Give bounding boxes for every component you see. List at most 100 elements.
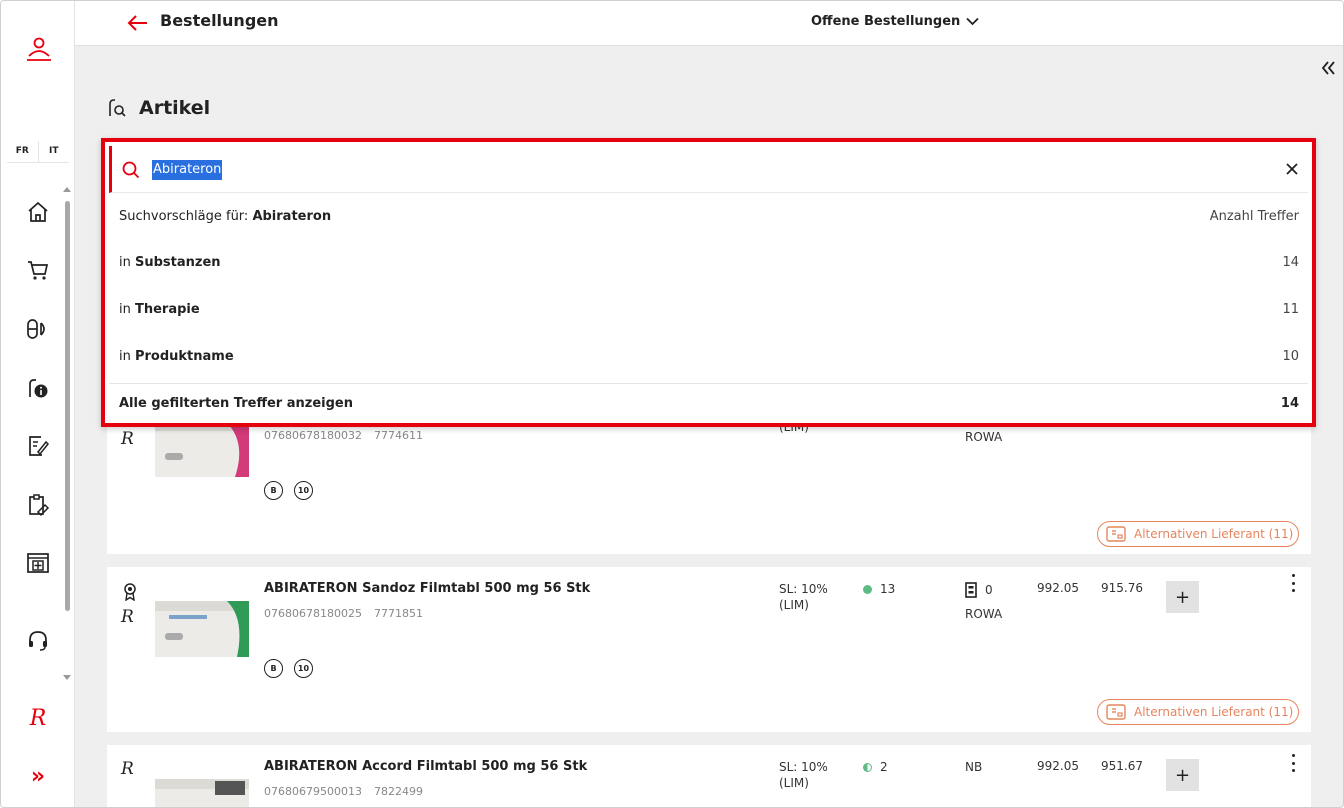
search-input[interactable]: Abirateron <box>152 160 223 180</box>
divider <box>109 383 1308 384</box>
suggestion-item-substanzen[interactable]: in Substanzen 14 <box>119 255 1299 270</box>
suggestion-label: Produktname <box>134 349 234 364</box>
order-filter-label: Offene Bestellungen <box>811 14 961 29</box>
stock-indicator: 13 <box>863 582 895 596</box>
suggestion-prefix: in <box>119 349 135 364</box>
product-sl: SL: 10% (LIM) <box>779 581 828 613</box>
badge-10: 10 <box>294 481 313 500</box>
language-switcher: FR IT <box>7 141 69 163</box>
suggestions-prefix: Suchvorschläge für: <box>119 209 253 224</box>
scroll-up-arrow[interactable] <box>63 187 71 192</box>
sidebar-scrollbar[interactable] <box>65 201 70 611</box>
pharmacy-icon[interactable] <box>25 550 51 576</box>
suggestions-term: Abirateron <box>252 209 332 224</box>
home-icon[interactable] <box>25 199 51 225</box>
alternative-supplier-label: Alternativen Lieferant (11) <box>1134 705 1294 719</box>
stock-available-icon <box>863 584 872 594</box>
search-icon <box>122 161 140 179</box>
expand-sidebar-icon[interactable]: » <box>25 763 51 789</box>
robot-storage-icon <box>965 582 977 598</box>
top-header: Bestellungen Offene Bestellungen <box>75 1 1343 46</box>
chevron-down-icon <box>966 17 979 26</box>
add-to-cart-button[interactable]: + <box>1166 759 1199 791</box>
price-public: 992.05 <box>1037 759 1079 773</box>
collapse-panel-icon[interactable] <box>1319 59 1337 77</box>
sl-lim: (LIM) <box>779 598 809 612</box>
close-icon[interactable] <box>1285 162 1299 176</box>
article-search-icon <box>109 99 126 117</box>
product-supplier: ROWA <box>965 607 1003 621</box>
sl-rate: SL: 10% <box>779 760 828 774</box>
product-name[interactable]: ABIRATERON Accord Filmtabl 500 mg 56 Stk <box>264 759 587 774</box>
brand-r-icon: R <box>121 429 134 449</box>
order-filter-dropdown[interactable]: Offene Bestellungen <box>811 14 979 29</box>
suggestion-count: 10 <box>1282 349 1299 364</box>
suggestion-count: 14 <box>1282 255 1299 270</box>
badge-b: B <box>264 481 283 500</box>
suggestion-label: Substanzen <box>134 255 221 270</box>
product-image <box>155 601 249 657</box>
article-heading: Artikel <box>107 97 210 119</box>
product-ean: 07680679500013 <box>264 785 362 798</box>
product-ean: 07680678180025 <box>264 607 362 620</box>
suggestion-label: Therapie <box>134 302 200 317</box>
clipboard-icon[interactable] <box>25 492 51 518</box>
headset-icon[interactable] <box>25 628 51 654</box>
product-name[interactable]: ABIRATERON Sandoz Filmtabl 500 mg 56 Stk <box>264 581 590 596</box>
cart-icon[interactable] <box>25 257 51 283</box>
add-to-cart-button[interactable]: + <box>1166 581 1199 613</box>
product-supplier: ROWA <box>965 430 1003 444</box>
search-bar: Abirateron <box>109 146 1308 193</box>
product-pharmacode: 7822499 <box>374 785 423 798</box>
badge-10: 10 <box>294 659 313 678</box>
store-stock-count: 0 <box>985 583 993 597</box>
stock-indicator: 2 <box>863 760 888 774</box>
suggestion-prefix: in <box>119 302 135 317</box>
show-all-count: 14 <box>1280 396 1299 411</box>
suggestion-count: 11 <box>1282 302 1299 317</box>
price-net: 915.76 <box>1101 581 1143 595</box>
product-pharmacode: 7771851 <box>374 607 423 620</box>
show-all-label: Alle gefilterten Treffer anzeigen <box>119 396 353 411</box>
award-icon <box>124 583 136 601</box>
article-title: Artikel <box>139 97 211 119</box>
brand-r-icon[interactable]: R <box>25 705 51 731</box>
pills-icon[interactable] <box>25 316 51 342</box>
stock-limited-icon <box>863 762 872 772</box>
brand-r-icon: R <box>121 759 134 779</box>
lang-it[interactable]: IT <box>37 141 70 162</box>
scroll-down-arrow[interactable] <box>63 675 71 680</box>
product-image <box>155 421 249 477</box>
suggestion-item-therapie[interactable]: in Therapie 11 <box>119 302 1299 317</box>
more-options-icon[interactable] <box>1288 753 1298 773</box>
sidebar: FR IT R » <box>1 1 75 807</box>
pharmacist-logo-icon[interactable] <box>25 35 53 63</box>
show-all-results[interactable]: Alle gefilterten Treffer anzeigen 14 <box>119 396 1299 411</box>
alternative-supplier-button[interactable]: Alternativen Lieferant (11) <box>1097 699 1299 725</box>
suggestions-header: Suchvorschläge für: Abirateron Anzahl Tr… <box>119 209 1299 224</box>
product-card: R ABIRATERON Accord Filmtabl 500 mg 56 S… <box>107 745 1311 807</box>
product-image <box>155 779 249 807</box>
product-ean: 07680678180032 <box>264 429 362 442</box>
info-icon[interactable] <box>25 375 51 401</box>
product-supplier: NB <box>965 760 983 774</box>
product-sl: SL: 10% (LIM) <box>779 759 828 791</box>
product-pharmacode: 7774611 <box>374 429 423 442</box>
badge-b: B <box>264 659 283 678</box>
app-window: FR IT R » Bestellungen Offene Bestellung… <box>0 0 1344 808</box>
suggestion-item-produktname[interactable]: in Produktname 10 <box>119 349 1299 364</box>
page-title: Bestellungen <box>160 11 279 30</box>
search-dropdown: Abirateron Suchvorschläge für: Abiratero… <box>101 138 1316 427</box>
sl-lim: (LIM) <box>779 776 809 790</box>
price-net: 951.67 <box>1101 759 1143 773</box>
edit-document-icon[interactable] <box>25 433 51 459</box>
more-options-icon[interactable] <box>1288 573 1298 593</box>
store-stock: 0 <box>965 582 993 598</box>
lang-fr[interactable]: FR <box>7 141 38 162</box>
stock-count: 2 <box>880 760 888 774</box>
suggestion-prefix: in <box>119 255 135 270</box>
back-arrow-icon[interactable] <box>127 13 149 33</box>
box-icon <box>1106 704 1126 720</box>
brand-r-icon: R <box>121 607 134 627</box>
alternative-supplier-button[interactable]: Alternativen Lieferant (11) <box>1097 521 1299 547</box>
